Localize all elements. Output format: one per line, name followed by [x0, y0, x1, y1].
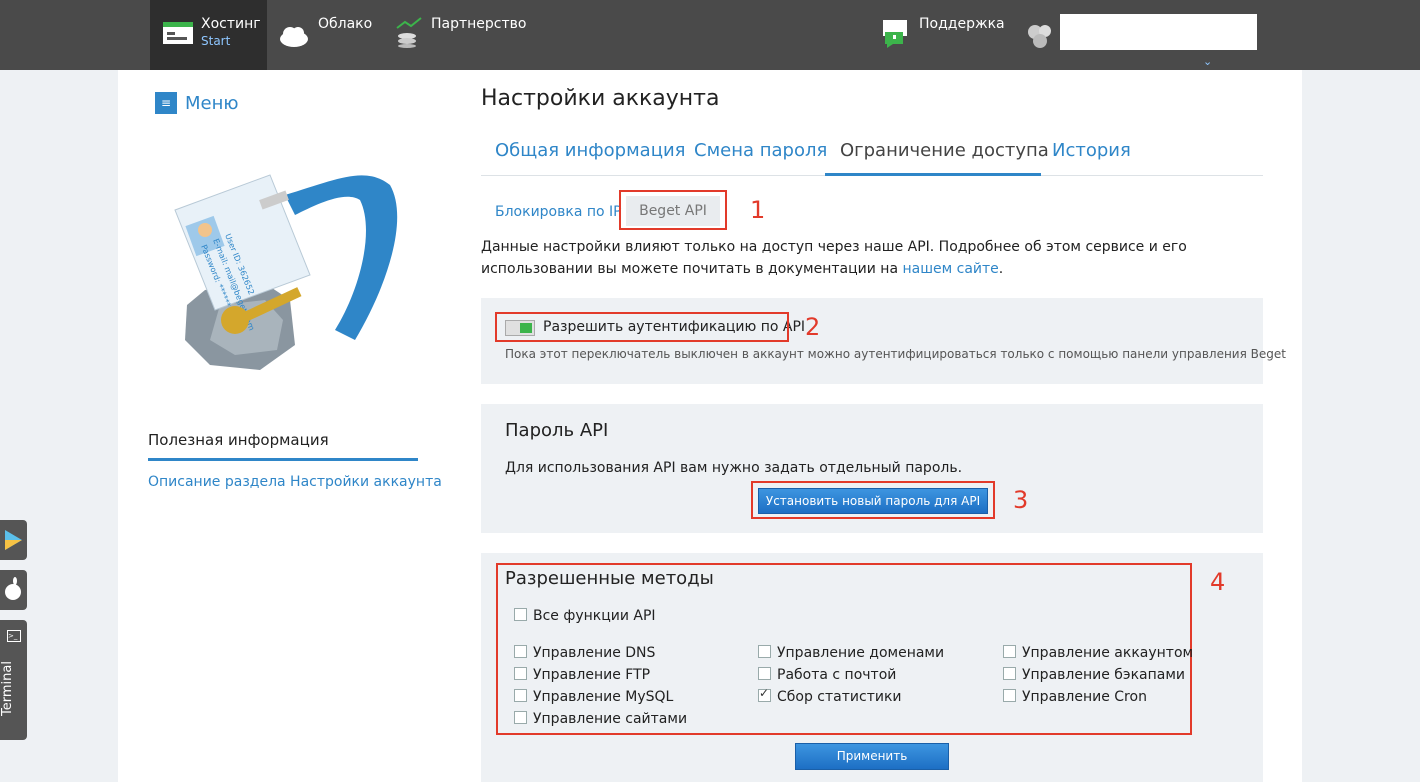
tab-general[interactable]: Общая информация	[495, 140, 686, 161]
api-auth-note: Пока этот переключатель выключен в аккау…	[505, 347, 1286, 361]
active-tab-indicator	[825, 173, 1041, 176]
method-label: Управление бэкапами	[1022, 667, 1186, 683]
account-name-box[interactable]	[1060, 14, 1257, 50]
page-title: Настройки аккаунта	[481, 86, 720, 111]
menu-icon: ≡	[155, 92, 177, 114]
tab-history[interactable]: История	[1052, 140, 1131, 161]
method-sites[interactable]: Управление сайтами	[514, 711, 687, 727]
checkbox[interactable]	[758, 645, 771, 658]
method-label: Работа с почтой	[777, 667, 897, 683]
cloud-icon	[280, 27, 308, 47]
checkbox[interactable]	[1003, 667, 1016, 680]
checkbox[interactable]	[514, 689, 527, 702]
method-stats[interactable]: Сбор статистики	[758, 686, 902, 705]
docs-link[interactable]: нашем сайте	[902, 261, 998, 277]
intro-body: Данные настройки влияют только на доступ…	[481, 239, 1187, 277]
method-dns[interactable]: Управление DNS	[514, 645, 655, 661]
allowed-methods-title: Разрешенные методы	[505, 568, 714, 589]
intro-text: Данные настройки влияют только на доступ…	[481, 236, 1261, 280]
menu-button[interactable]: ≡ Меню	[155, 92, 239, 114]
intro-end: .	[998, 261, 1004, 277]
nav-support[interactable]: Поддержка	[881, 0, 1005, 70]
method-label: Все функции API	[533, 608, 656, 624]
method-label: Управление доменами	[777, 645, 945, 661]
terminal-label: Terminal	[0, 661, 15, 716]
checkbox[interactable]	[1003, 689, 1016, 702]
checkbox[interactable]	[514, 645, 527, 658]
method-ftp[interactable]: Управление FTP	[514, 667, 650, 683]
account-avatar-icon[interactable]	[1026, 22, 1054, 50]
api-password-title: Пароль API	[505, 420, 609, 441]
hosting-icon	[163, 22, 193, 44]
top-navigation: Хостинг Start Облако Партнерство Поддерж…	[0, 0, 1420, 70]
method-label: Управление FTP	[533, 667, 651, 683]
checkbox[interactable]	[758, 667, 771, 680]
apple-icon	[5, 577, 21, 600]
nav-hosting-plan: Start	[201, 34, 231, 48]
method-mail[interactable]: Работа с почтой	[758, 667, 896, 683]
annotation-box-3	[751, 481, 995, 519]
method-domains[interactable]: Управление доменами	[758, 645, 944, 661]
google-play-tab[interactable]	[0, 520, 27, 560]
checkbox[interactable]	[514, 711, 527, 724]
subtab-ip-block[interactable]: Блокировка по IP	[495, 204, 622, 220]
annotation-box-2	[495, 312, 789, 342]
annotation-box-1	[619, 190, 727, 230]
menu-label: Меню	[185, 92, 239, 114]
method-label: Управление DNS	[533, 645, 656, 661]
apply-button[interactable]: Применить	[795, 743, 949, 770]
method-label: Управление Cron	[1022, 689, 1147, 705]
method-cron[interactable]: Управление Cron	[1003, 689, 1147, 705]
annotation-number-4: 4	[1210, 568, 1226, 596]
nav-hosting[interactable]: Хостинг Start	[150, 0, 267, 70]
method-all[interactable]: Все функции API	[514, 608, 656, 624]
checkbox-checked[interactable]	[758, 686, 771, 702]
annotation-number-2: 2	[805, 313, 821, 341]
nav-support-label: Поддержка	[919, 16, 1005, 32]
api-password-text: Для использования API вам нужно задать о…	[505, 460, 963, 476]
useful-info-title: Полезная информация	[148, 431, 329, 449]
useful-info-divider	[148, 458, 418, 461]
nav-partnership-label: Партнерство	[431, 16, 527, 32]
method-account[interactable]: Управление аккаунтом	[1003, 645, 1193, 661]
method-label: Управление MySQL	[533, 689, 674, 705]
chevron-down-icon[interactable]: ⌄	[1203, 55, 1212, 68]
nav-cloud[interactable]: Облако	[278, 0, 372, 70]
nav-cloud-label: Облако	[318, 16, 373, 32]
nav-partnership[interactable]: Партнерство	[395, 0, 526, 70]
partnership-icon	[396, 17, 422, 48]
tab-access[interactable]: Ограничение доступа	[840, 140, 1049, 161]
method-backup[interactable]: Управление бэкапами	[1003, 667, 1185, 683]
account-badge-illustration: User ID: 362652 E-mail: mail@beget.com P…	[174, 174, 398, 370]
method-label: Управление аккаунтом	[1022, 645, 1194, 661]
annotation-number-1: 1	[750, 196, 766, 224]
useful-info-link[interactable]: Описание раздела Настройки аккаунта	[148, 474, 442, 490]
annotation-number-3: 3	[1013, 486, 1029, 514]
checkbox[interactable]	[1003, 645, 1016, 658]
method-label: Управление сайтами	[533, 711, 688, 727]
checkbox[interactable]	[514, 667, 527, 680]
method-label: Сбор статистики	[777, 689, 902, 705]
terminal-icon: >_	[7, 630, 21, 642]
play-store-icon	[5, 530, 22, 550]
app-store-tab[interactable]	[0, 570, 27, 610]
nav-hosting-label: Хостинг	[201, 16, 261, 32]
tab-password[interactable]: Смена пароля	[694, 140, 827, 161]
terminal-tab[interactable]: >_ Terminal	[0, 620, 27, 740]
support-chat-icon	[883, 20, 907, 48]
method-mysql[interactable]: Управление MySQL	[514, 689, 673, 705]
checkbox[interactable]	[514, 608, 527, 621]
